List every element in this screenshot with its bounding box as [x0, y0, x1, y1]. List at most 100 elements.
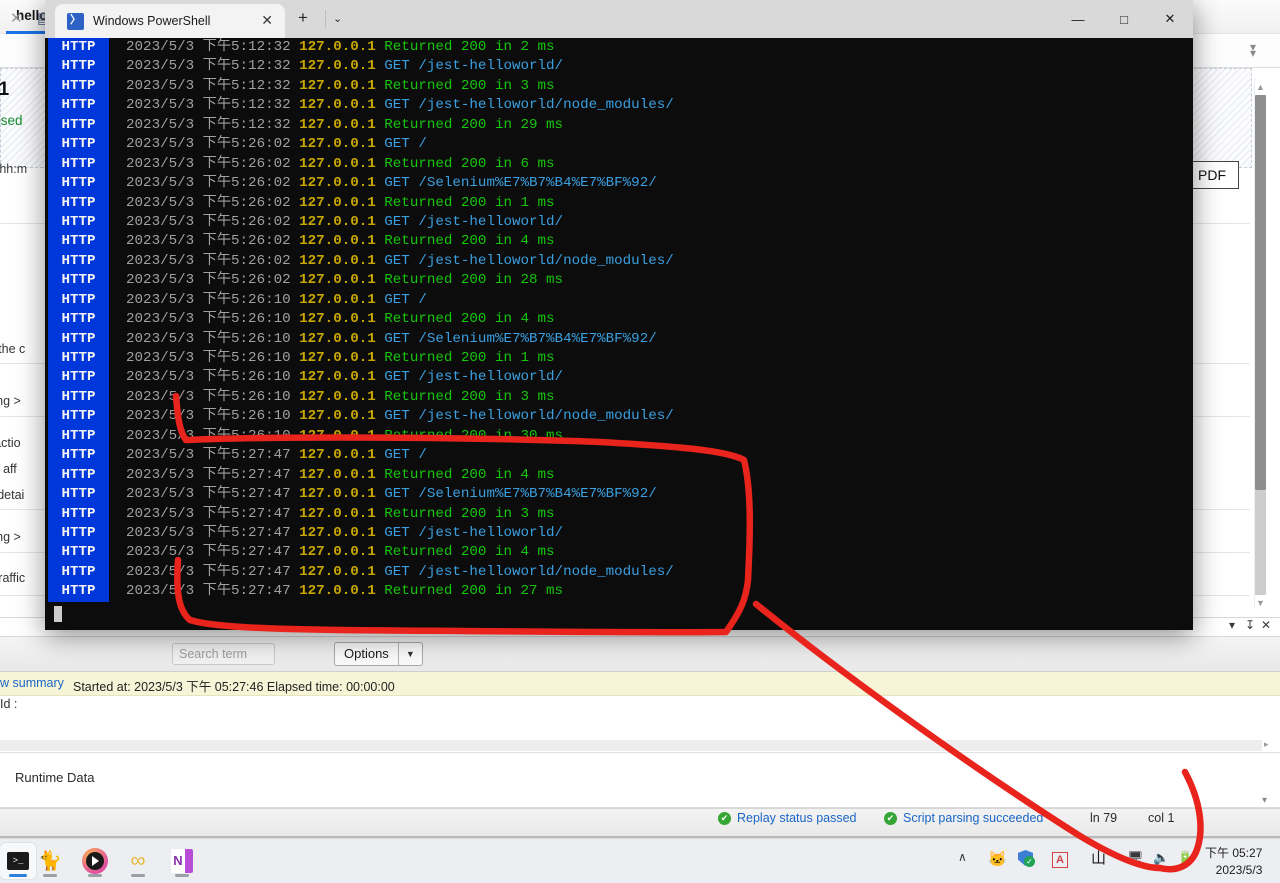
- console-log-line: HTTP 2023/5/3 下午5:26:10 127.0.0.1 GET /S…: [48, 329, 1190, 350]
- ime-mode-icon[interactable]: 山: [1090, 850, 1107, 867]
- log-level-badge: HTTP: [48, 329, 109, 350]
- panel-bottom-arrow-icon[interactable]: ▾: [1262, 795, 1267, 806]
- log-level-badge: HTTP: [48, 212, 109, 233]
- options-dropdown[interactable]: Options ▼: [334, 642, 423, 666]
- log-client-ip: 127.0.0.1: [299, 466, 376, 483]
- log-level-badge: HTTP: [48, 368, 109, 388]
- console-log-line: HTTP 2023/5/3 下午5:26:10 127.0.0.1 GET /j…: [48, 368, 1190, 388]
- console-log-line: HTTP 2023/5/3 下午5:27:47 127.0.0.1 GET /j…: [48, 562, 1190, 583]
- log-level-badge: HTTP: [48, 174, 109, 194]
- close-icon[interactable]: ✕: [10, 9, 23, 27]
- runtime-data-panel: [0, 753, 1280, 808]
- log-client-ip: 127.0.0.1: [299, 39, 376, 55]
- log-client-ip: 127.0.0.1: [299, 97, 376, 114]
- view-summary-link[interactable]: w summary: [0, 676, 64, 690]
- powershell-console-output[interactable]: HTTP 2023/5/3 下午5:12:32 127.0.0.1 Return…: [48, 38, 1190, 624]
- console-log-line: HTTP 2023/5/3 下午5:26:10 127.0.0.1 Return…: [48, 426, 1190, 447]
- new-tab-icon[interactable]: +: [298, 9, 308, 27]
- parse-status-label[interactable]: Script parsing succeeded: [903, 811, 1043, 825]
- close-window-button[interactable]: ✕: [1147, 0, 1193, 38]
- log-level-badge: HTTP: [48, 523, 109, 544]
- log-level-badge: HTTP: [48, 426, 109, 447]
- log-timestamp: 2023/5/3 下午5:27:47: [109, 544, 300, 561]
- log-client-ip: 127.0.0.1: [299, 77, 376, 94]
- replay-status-label[interactable]: Replay status passed: [737, 811, 857, 825]
- log-level-badge: HTTP: [48, 57, 109, 77]
- close-search-button: ✕: [10, 0, 23, 36]
- show-hidden-icons-button[interactable]: ∧: [958, 850, 967, 864]
- taskbar-clock[interactable]: 下午 05:27 2023/5/3: [1205, 845, 1262, 879]
- console-log-line: HTTP 2023/5/3 下午5:12:32 127.0.0.1 GET /j…: [48, 57, 1190, 77]
- log-client-ip: 127.0.0.1: [299, 252, 376, 269]
- log-message: Returned 200 in 30 ms: [375, 427, 564, 444]
- log-timestamp: 2023/5/3 下午5:26:10: [109, 408, 300, 425]
- volume-icon[interactable]: 🔈: [1153, 850, 1169, 866]
- battery-icon[interactable]: 🔋: [1177, 850, 1193, 866]
- maximize-button[interactable]: □: [1101, 0, 1147, 38]
- clip-app-running-indicator: [131, 874, 145, 877]
- parse-status-badge[interactable]: ✔ Script parsing succeeded: [884, 811, 1043, 825]
- console-cursor: [54, 606, 62, 622]
- log-level-badge: HTTP: [48, 407, 109, 427]
- panel-dropdown-icon[interactable]: ▾: [1229, 618, 1235, 632]
- horizontal-scrollbar[interactable]: [0, 740, 1262, 751]
- chevron-down-icon[interactable]: ⌄: [333, 12, 342, 25]
- export-pdf-button[interactable]: PDF: [1185, 161, 1239, 189]
- powershell-window[interactable]: 〉_ Windows PowerShell ✕ + ⌄ — □ ✕ HTTP 2…: [45, 0, 1193, 630]
- log-timestamp: 2023/5/3 下午5:26:02: [109, 194, 300, 211]
- log-level-badge: HTTP: [48, 485, 109, 505]
- powershell-titlebar[interactable]: 〉_ Windows PowerShell ✕ + ⌄ — □ ✕: [45, 0, 1193, 44]
- log-level-badge: HTTP: [48, 76, 109, 97]
- terminal-active-indicator: [9, 874, 27, 877]
- status-bar: [0, 808, 1280, 838]
- log-message: GET /Selenium%E7%B7%B4%E7%BF%92/: [375, 330, 657, 347]
- network-icon[interactable]: 🖥: [1127, 850, 1144, 866]
- runtime-data-label: Runtime Data: [15, 770, 95, 785]
- scroll-down-arrow-icon[interactable]: ▼: [1256, 598, 1265, 608]
- close-tab-icon[interactable]: ✕: [261, 13, 273, 27]
- cat-tray-icon[interactable]: 🐱: [988, 850, 1007, 868]
- log-message: GET /jest-helloworld/: [375, 58, 564, 75]
- log-timestamp: 2023/5/3 下午5:12:32: [109, 116, 300, 133]
- log-client-ip: 127.0.0.1: [299, 213, 376, 230]
- ime-alpha-icon[interactable]: A: [1052, 850, 1068, 868]
- powershell-tab[interactable]: 〉_ Windows PowerShell ✕: [55, 4, 285, 44]
- panel-pin-icon[interactable]: ↧: [1245, 618, 1255, 632]
- log-level-badge: HTTP: [48, 582, 109, 602]
- content-line-3: may aff: [0, 462, 17, 476]
- log-message: GET /jest-helloworld/node_modules/: [375, 408, 674, 425]
- search-input[interactable]: Search term: [172, 643, 275, 665]
- log-timestamp: 2023/5/3 下午5:26:10: [109, 350, 300, 366]
- log-message: GET /Selenium%E7%B7%B4%E7%BF%92/: [375, 175, 657, 192]
- scroll-up-arrow-icon[interactable]: ▲: [1256, 82, 1265, 92]
- log-message: GET /jest-helloworld/: [375, 369, 564, 386]
- line-number-label: ln 79: [1090, 811, 1118, 825]
- minimize-button[interactable]: —: [1055, 0, 1101, 38]
- log-message: GET /jest-helloworld/node_modules/: [375, 563, 674, 580]
- log-message: Returned 200 in 1 ms: [375, 194, 555, 211]
- log-client-ip: 127.0.0.1: [299, 563, 376, 580]
- panel-close-icon[interactable]: ✕: [1261, 618, 1271, 632]
- log-client-ip: 127.0.0.1: [299, 408, 376, 425]
- replay-status-badge[interactable]: ✔ Replay status passed: [718, 811, 857, 825]
- log-client-ip: 127.0.0.1: [299, 58, 376, 75]
- chevron-down-icon[interactable]: ▼: [399, 643, 422, 665]
- hscroll-right-arrow-icon[interactable]: ▸: [1264, 739, 1269, 750]
- console-bottom-pad: [45, 624, 1193, 630]
- log-client-ip: 127.0.0.1: [299, 116, 376, 133]
- log-timestamp: 2023/5/3 下午5:26:02: [109, 155, 300, 172]
- report-scrollbar-thumb[interactable]: [1255, 95, 1266, 490]
- console-log-line: HTTP 2023/5/3 下午5:26:10 127.0.0.1 GET /: [48, 290, 1190, 311]
- console-log-line: HTTP 2023/5/3 下午5:26:02 127.0.0.1 GET /S…: [48, 174, 1190, 194]
- log-timestamp: 2023/5/3 下午5:27:47: [109, 466, 300, 483]
- log-timestamp: 2023/5/3 下午5:27:47: [109, 524, 300, 541]
- log-level-badge: HTTP: [48, 115, 109, 136]
- windows-security-icon[interactable]: ✓: [1018, 850, 1035, 870]
- options-label[interactable]: Options: [335, 643, 398, 665]
- chevron-double-down-icon[interactable]: ▾ ▾: [1250, 41, 1256, 59]
- log-timestamp: 2023/5/3 下午5:26:10: [109, 388, 300, 405]
- log-timestamp: 2023/5/3 下午5:26:02: [109, 175, 300, 192]
- log-timestamp: 2023/5/3 下午5:26:10: [109, 311, 300, 328]
- report-scrollbar-thumb-secondary[interactable]: [1255, 490, 1266, 595]
- log-client-ip: 127.0.0.1: [299, 233, 376, 250]
